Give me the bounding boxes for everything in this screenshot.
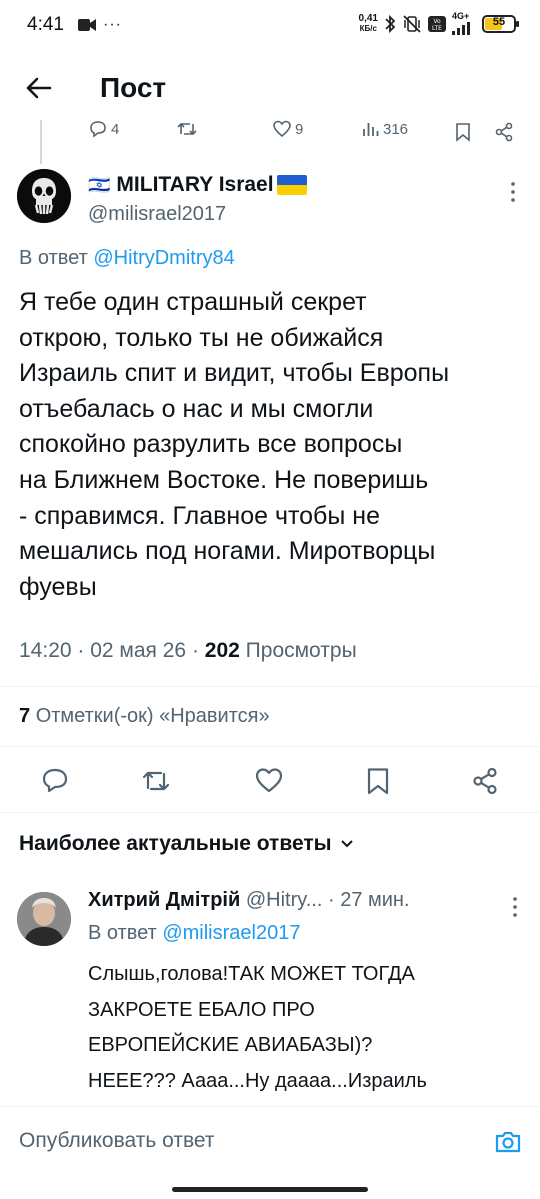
author-handle[interactable]: @milisrael2017 <box>88 203 226 226</box>
home-indicator <box>172 1187 368 1192</box>
likes-label: Отметки(-ок) «Нравится» <box>35 705 270 727</box>
bookmark-icon[interactable] <box>363 766 393 796</box>
back-arrow-icon[interactable] <box>20 70 56 106</box>
views-label: Просмотры <box>245 639 357 662</box>
author-avatar[interactable] <box>17 169 71 223</box>
network-type: 4G+ <box>452 11 470 21</box>
reply-icon <box>90 121 106 138</box>
reply-author-handle[interactable]: @Hitry... <box>246 889 323 911</box>
volte-icon: VoLTE <box>428 15 446 32</box>
reply-avatar[interactable] <box>17 892 71 946</box>
tweet-text: Я тебе один страшный секрет открою, толь… <box>19 288 450 601</box>
reply-replying-to: В ответ @milisrael2017 <box>88 922 301 944</box>
bluetooth-icon <box>385 14 396 33</box>
top-app-bar: Пост <box>0 52 540 120</box>
views-count: 202 <box>204 639 240 662</box>
video-call-icon <box>78 19 96 31</box>
replying-to-link[interactable]: @HitryDmitry84 <box>93 247 234 269</box>
divider <box>0 686 540 687</box>
share-icon[interactable] <box>494 122 514 142</box>
prev-views-button[interactable]: 316 <box>362 120 408 138</box>
more-notifications-icon: ··· <box>103 16 122 33</box>
tweet-meta: 14:20 · 02 мая 26 · 202 Просмотры <box>19 639 357 662</box>
views-icon <box>363 123 379 136</box>
israel-flag-icon: 🇮🇱 <box>88 174 111 195</box>
replying-to: В ответ @HitryDmitry84 <box>19 247 235 269</box>
share-icon[interactable] <box>470 766 500 796</box>
status-bar: 4:41 ··· 0,41 КБ/с Vo LTE 4G+ 55 <box>0 0 540 52</box>
divider <box>0 812 540 813</box>
skull-logo-icon <box>17 169 71 223</box>
author-name[interactable]: 🇮🇱 MILITARY Israel <box>88 173 307 197</box>
heart-icon <box>273 120 291 138</box>
reply-header: Хитрий Дмітрій @Hitry... · 27 мин. <box>88 889 410 911</box>
reply-sort-dropdown[interactable]: Наиболее актуальные ответы <box>19 832 354 856</box>
prev-like-button[interactable]: 9 <box>272 120 303 138</box>
page-title: Пост <box>100 72 167 103</box>
camera-icon[interactable] <box>493 1127 523 1157</box>
person-photo-icon <box>17 892 71 946</box>
svg-text:LTE: LTE <box>432 25 442 32</box>
prev-repost-button[interactable] <box>176 120 198 138</box>
ukraine-flag-icon <box>276 175 307 195</box>
svg-text:Vo: Vo <box>433 18 441 25</box>
tweet-actions <box>0 760 540 804</box>
vibrate-mute-icon <box>403 14 421 33</box>
reply-input[interactable]: Опубликовать ответ <box>19 1129 215 1153</box>
network-speed: 0,41 КБ/с <box>358 12 378 33</box>
more-options-icon[interactable] <box>510 895 520 919</box>
reply-sort-label: Наиболее актуальные ответы <box>19 832 332 855</box>
heart-icon[interactable] <box>254 766 284 796</box>
likes-count: 7 <box>19 705 31 727</box>
tweet-time[interactable]: 14:20 <box>19 639 72 662</box>
repost-icon[interactable] <box>141 766 171 796</box>
reply-author-name[interactable]: Хитрий Дмітрій <box>88 889 240 911</box>
prev-reply-button[interactable]: 4 <box>88 120 119 138</box>
repost-icon <box>177 122 197 136</box>
chevron-down-icon <box>340 840 353 848</box>
reply-time[interactable]: 27 мин. <box>340 889 409 911</box>
previous-tweet-actions: 4 9 316 <box>0 116 540 144</box>
bookmark-icon[interactable] <box>454 122 472 142</box>
status-time: 4:41 <box>27 14 64 35</box>
signal-icon <box>452 22 470 35</box>
divider <box>0 746 540 747</box>
reply-composer: Опубликовать ответ <box>0 1106 540 1182</box>
battery-indicator: 55 <box>482 14 519 33</box>
more-options-icon[interactable] <box>508 180 518 204</box>
reply-text: Слышь,голова!ТАК МОЖЕТ ТОГДА ЗАКРОЕТЕ ЕБ… <box>88 963 436 1107</box>
tweet-date[interactable]: 02 мая 26 <box>90 639 186 662</box>
likes-summary[interactable]: 7 Отметки(-ок) «Нравится» <box>19 705 270 728</box>
reply-icon[interactable] <box>40 766 70 796</box>
reply-replying-to-link[interactable]: @milisrael2017 <box>162 922 300 944</box>
